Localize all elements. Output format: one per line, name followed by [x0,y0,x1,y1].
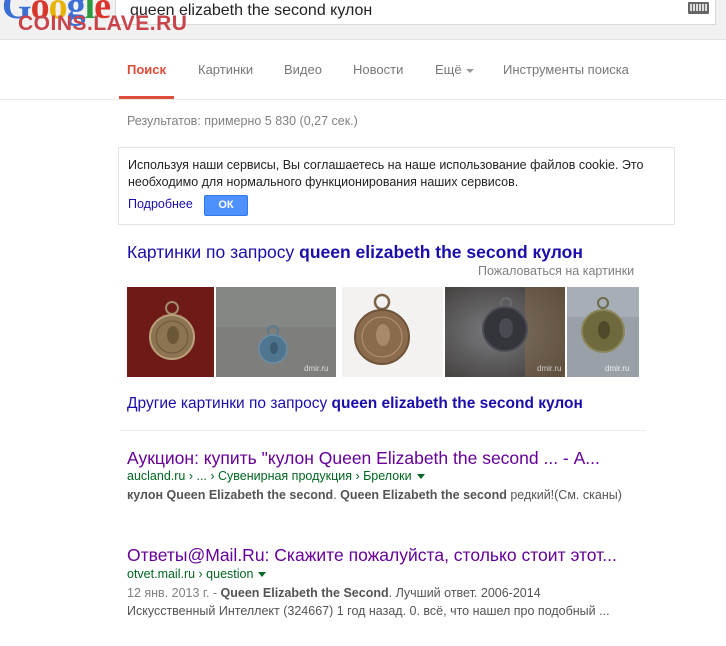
cookie-more-link[interactable]: Подробнее [128,197,193,211]
result-url[interactable]: otvet.mail.ru › question [127,567,267,581]
images-heading-prefix: Картинки по запросу [127,242,300,262]
snippet-text: редкий!(См. сканы) [506,488,622,502]
top-bar: Google queen elizabeth the second кулон … [0,0,726,40]
cookie-notice: Используя наши сервисы, Вы соглашаетесь … [118,147,675,225]
more-images-prefix: Другие картинки по запросу [127,395,332,412]
cookie-ok-button[interactable]: ОК [204,195,248,216]
image-thumbnail[interactable]: dmir.ru [445,287,565,377]
coin-pendant-image: dmir.ru [567,287,639,377]
result-snippet: 12 янв. 2013 г. - Queen Elizabeth the Se… [127,584,637,620]
image-thumbnail[interactable] [342,287,443,377]
coin-pendant-image: dmir.ru [445,287,565,377]
coin-pendant-image [342,287,443,377]
images-heading-link[interactable]: Картинки по запросу queen elizabeth the … [127,242,583,263]
image-thumbnail[interactable]: dmir.ru [216,287,336,377]
more-images-query: queen elizabeth the second кулон [331,395,583,412]
result-title-link[interactable]: Аукцион: купить "кулон Queen Elizabeth t… [127,448,600,469]
keyboard-icon[interactable] [688,2,709,14]
thumbnail-caption: dmir.ru [537,364,561,373]
tab-more[interactable]: Ещё [435,62,474,77]
snippet-bold: Queen Elizabeth the second [340,488,507,502]
snippet-bold: Queen Elizabeth the Second [220,586,389,600]
more-images-link[interactable]: Другие картинки по запросу queen elizabe… [127,395,583,413]
dropdown-arrow-icon[interactable] [258,572,267,578]
thumbnail-caption: dmir.ru [304,364,328,373]
images-heading-query: queen elizabeth the second кулон [299,242,583,262]
active-tab-indicator [119,96,174,99]
coin-pendant-image [127,287,214,377]
snippet-text: . Лучший ответ. 2006-2014 [388,586,541,600]
result-date: 12 янв. 2013 г. - [127,586,221,600]
result-url-text: aucland.ru › ... › Сувенирная продукция … [127,469,412,483]
tab-search[interactable]: Поиск [127,62,166,77]
result-snippet: кулон Queen Elizabeth the second. Queen … [127,486,637,504]
result-title-link[interactable]: Ответы@Mail.Ru: Скажите пожалуйста, стол… [127,545,617,566]
chevron-down-icon [465,68,474,73]
thumbnail-caption: dmir.ru [605,364,629,373]
tab-images[interactable]: Картинки [198,62,253,77]
tab-search-tools[interactable]: Инструменты поиска [503,62,629,77]
dropdown-arrow-icon[interactable] [416,474,425,480]
search-nav: Поиск Картинки Видео Новости Ещё Инструм… [0,40,726,100]
image-thumbnail[interactable]: dmir.ru [567,287,639,377]
divider [120,430,646,431]
image-thumbnail[interactable] [127,287,214,377]
result-url-text: otvet.mail.ru › question [127,567,254,581]
snippet-bold: кулон Queen Elizabeth the second [127,488,334,502]
cookie-notice-text: Используя наши сервисы, Вы соглашаетесь … [128,158,644,189]
tab-more-label: Ещё [435,62,462,77]
watermark: COINS.LAVE.RU [18,12,188,35]
tab-video[interactable]: Видео [284,62,322,77]
report-images-link[interactable]: Пожаловаться на картинки [478,264,634,278]
result-stats: Результатов: примерно 5 830 (0,27 сек.) [127,114,358,128]
result-url[interactable]: aucland.ru › ... › Сувенирная продукция … [127,469,425,483]
coin-pendant-image: dmir.ru [216,287,336,377]
snippet-text: Искусственный Интеллект (324667) 1 год н… [127,604,610,618]
tab-news[interactable]: Новости [353,62,403,77]
search-input[interactable]: queen elizabeth the second кулон [115,0,716,25]
